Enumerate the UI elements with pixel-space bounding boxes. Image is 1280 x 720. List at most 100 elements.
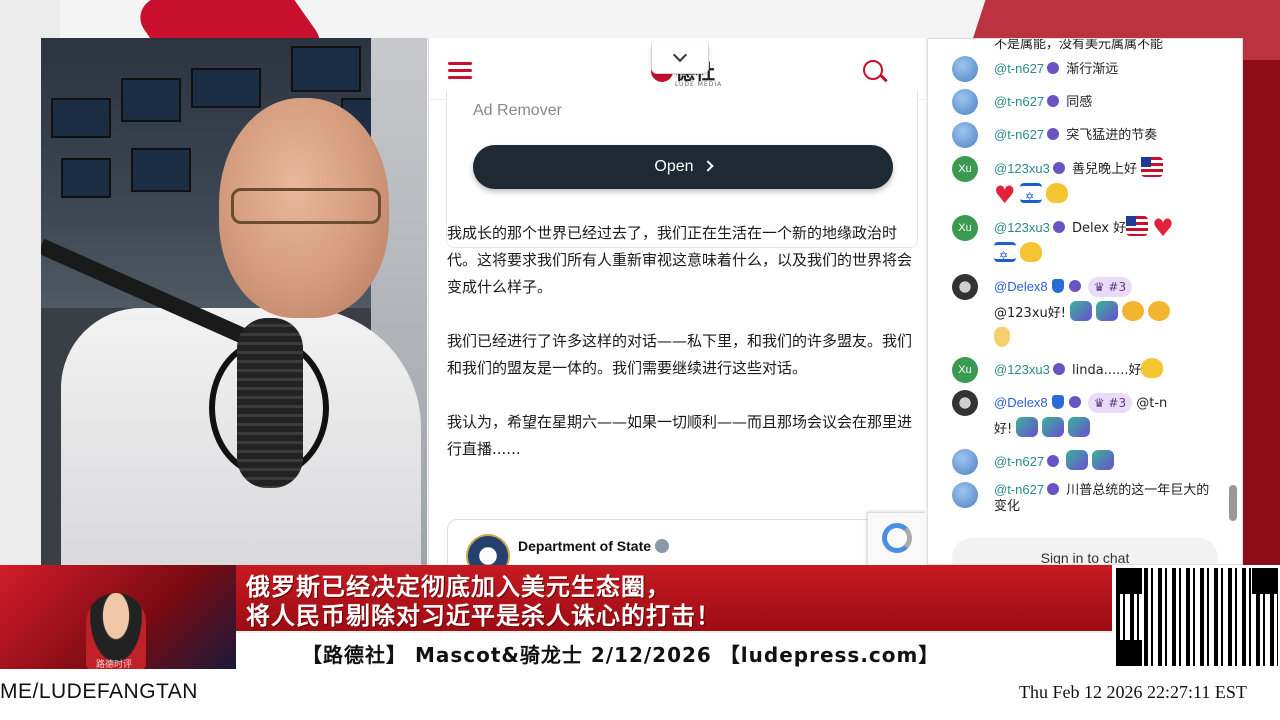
rank-badge: ♛ #3 bbox=[1087, 277, 1133, 297]
collapse-tab[interactable] bbox=[651, 44, 709, 74]
chat-text: 突飞猛进的节奏 bbox=[1066, 128, 1158, 143]
chat-handle[interactable]: @Delex8 bbox=[994, 395, 1048, 410]
hamburger-menu-icon[interactable] bbox=[448, 62, 472, 80]
logo-subtext: LUDE MEDIA bbox=[675, 81, 723, 88]
dragon-sticker-icon bbox=[1096, 301, 1119, 321]
member-badge-icon bbox=[1068, 396, 1081, 408]
dragon-sticker-icon bbox=[1042, 417, 1065, 437]
israel-flag-icon bbox=[1020, 183, 1042, 210]
web-article-panel: 德社 LUDE MEDIA Ad Remover Open 我成长的那个世界已经… bbox=[428, 38, 925, 565]
search-icon[interactable] bbox=[863, 60, 883, 80]
chat-text: Delex 好 bbox=[1072, 221, 1127, 236]
recaptcha-icon bbox=[882, 523, 912, 553]
avatar[interactable] bbox=[952, 390, 978, 416]
chat-handle[interactable]: @t-n627 bbox=[994, 482, 1044, 497]
handshake-icon bbox=[1122, 301, 1145, 321]
chat-handle[interactable]: @t-n627 bbox=[994, 61, 1044, 76]
chat-text: @123xu好! bbox=[994, 306, 1066, 321]
chat-handle[interactable]: @t-n627 bbox=[994, 127, 1044, 142]
chat-handle[interactable]: @123xu3 bbox=[994, 161, 1050, 176]
avatar[interactable]: Xu bbox=[952, 215, 978, 241]
host-video-feed bbox=[41, 38, 427, 565]
chat-scrollbar[interactable] bbox=[1229, 485, 1237, 521]
member-badge-icon bbox=[1047, 95, 1060, 107]
avatar[interactable] bbox=[952, 56, 978, 82]
headline-box: 俄罗斯已经决定彻底加入美元生态圈， 将人民币剔除对习近平是杀人诛心的打击！ bbox=[236, 565, 1112, 631]
avatar[interactable] bbox=[952, 482, 978, 508]
headline-line-2: 将人民币剔除对习近平是杀人诛心的打击！ bbox=[246, 602, 721, 630]
host-glasses bbox=[231, 188, 381, 224]
member-badge-icon bbox=[1047, 483, 1060, 495]
live-chat-panel: 不是属能，没有美元属属不能 @t-n627 渐行渐远 @t-n627 同感 @t… bbox=[927, 38, 1243, 565]
member-badge-icon bbox=[1047, 128, 1060, 140]
chat-handle[interactable]: @123xu3 bbox=[994, 220, 1050, 235]
member-badge-icon bbox=[1047, 455, 1060, 467]
dragon-sticker-icon bbox=[1066, 450, 1089, 470]
moderator-shield-icon bbox=[1051, 395, 1064, 409]
open-button[interactable]: Open bbox=[473, 145, 893, 189]
heart-icon bbox=[1152, 218, 1174, 238]
chat-handle[interactable]: @t-n627 bbox=[994, 454, 1044, 469]
avatar[interactable] bbox=[952, 122, 978, 148]
israel-flag-icon bbox=[994, 242, 1016, 269]
sign-in-to-chat-button[interactable]: Sign in to chat bbox=[952, 538, 1218, 564]
chat-handle[interactable]: @123xu3 bbox=[994, 362, 1050, 377]
chevron-right-icon bbox=[701, 160, 714, 172]
show-promo-image: 路德时评 bbox=[0, 565, 236, 669]
article-paragraph: 我成长的那个世界已经过去了，我们正在生活在一个新的地缘政治时代。这将要求我们所有… bbox=[447, 224, 913, 296]
channel-handle-text: ME/LUDEFANGTAN bbox=[0, 680, 198, 703]
ad-label: Ad Remover bbox=[473, 102, 562, 119]
lower-third-banner: 路德时评 俄罗斯已经决定彻底加入美元生态圈， 将人民币剔除对习近平是杀人诛心的打… bbox=[0, 565, 1280, 669]
thumbs-up-icon bbox=[1141, 358, 1164, 378]
article-paragraph: 我们已经进行了许多这样的对话——私下里，和我们的许多盟友。我们和我们的盟友是一体… bbox=[447, 332, 913, 377]
chat-message-text-partial: 不是属能，没有美元属属不能 bbox=[994, 38, 1164, 52]
dragon-sticker-icon bbox=[1016, 417, 1039, 437]
embed-account-name: Department of State bbox=[518, 538, 670, 554]
chat-handle[interactable]: @Delex8 bbox=[994, 279, 1048, 294]
chat-text: linda......好 bbox=[1072, 363, 1142, 378]
us-flag-icon bbox=[1141, 157, 1164, 177]
avatar[interactable]: Xu bbox=[952, 357, 978, 383]
thumbs-up-icon bbox=[1046, 183, 1068, 203]
qr-code bbox=[1112, 565, 1280, 669]
chevron-down-icon bbox=[672, 47, 688, 63]
microphone bbox=[237, 318, 303, 488]
chat-handle[interactable]: @t-n627 bbox=[994, 94, 1044, 109]
dragon-sticker-icon bbox=[1068, 417, 1091, 437]
handshake-icon bbox=[1148, 301, 1171, 321]
avatar[interactable] bbox=[952, 449, 978, 475]
rank-badge: ♛ #3 bbox=[1087, 393, 1133, 413]
chat-text: 渐行渐远 bbox=[1066, 62, 1119, 77]
promo-label: 路德时评 bbox=[96, 660, 133, 669]
member-badge-icon bbox=[1047, 62, 1060, 74]
chat-text: 好! bbox=[994, 422, 1013, 437]
avatar[interactable] bbox=[952, 89, 978, 115]
verified-badge-icon bbox=[655, 539, 670, 553]
dragon-sticker-icon bbox=[1092, 450, 1115, 470]
avatar[interactable]: Xu bbox=[952, 156, 978, 182]
footer-bar: ME/LUDEFANGTAN Thu Feb 12 2026 22:27:11 … bbox=[0, 669, 1280, 720]
state-department-seal-icon bbox=[466, 534, 510, 565]
thumbs-up-icon bbox=[1020, 242, 1042, 262]
article-body: 我成长的那个世界已经过去了，我们正在生活在一个新的地缘政治时代。这将要求我们所有… bbox=[447, 220, 923, 490]
recaptcha-badge[interactable] bbox=[867, 512, 925, 565]
chat-text: 善兒晚上好 bbox=[1072, 162, 1138, 177]
moderator-shield-icon bbox=[1051, 279, 1064, 293]
timestamp: Thu Feb 12 2026 22:27:11 EST bbox=[1019, 682, 1247, 702]
member-badge-icon bbox=[1052, 162, 1065, 174]
embedded-post-card[interactable]: Department of State bbox=[447, 519, 887, 565]
chat-text: 同感 bbox=[1066, 95, 1093, 110]
open-button-label: Open bbox=[654, 158, 694, 175]
avatar[interactable] bbox=[952, 274, 978, 300]
chat-text: @t-n bbox=[1136, 396, 1168, 411]
member-badge-icon bbox=[1052, 221, 1065, 233]
dragon-sticker-icon bbox=[1070, 301, 1093, 321]
article-paragraph: 我认为，希望在星期六——如果一切顺利——而且那场会议会在那里进行直播...... bbox=[447, 413, 913, 458]
subtitle-text: 【路德社】 Mascot&骑龙士 2/12/2026 【ludepress.co… bbox=[302, 643, 940, 667]
heart-icon bbox=[994, 185, 1016, 205]
member-badge-icon bbox=[1052, 363, 1065, 375]
us-flag-icon bbox=[1126, 216, 1149, 236]
victory-hand-icon bbox=[994, 327, 1010, 347]
member-badge-icon bbox=[1068, 280, 1081, 292]
subtitle-bar: 【路德社】 Mascot&骑龙士 2/12/2026 【ludepress.co… bbox=[236, 631, 1112, 667]
